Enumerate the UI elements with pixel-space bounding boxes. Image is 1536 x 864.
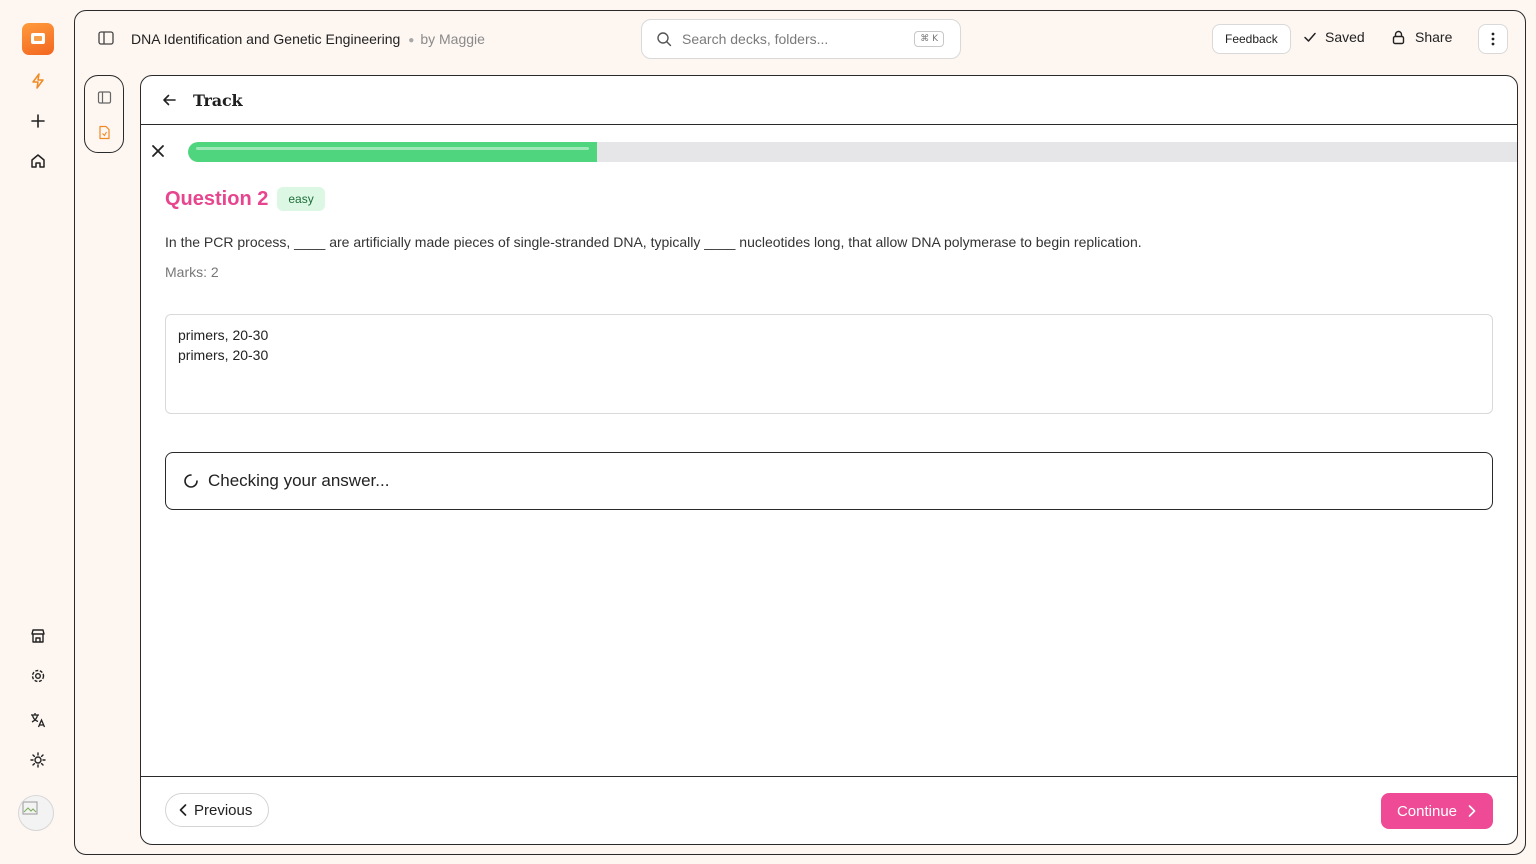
progress-shine xyxy=(196,147,589,150)
search-icon xyxy=(657,32,672,47)
sun-icon[interactable] xyxy=(26,748,50,772)
share-button[interactable]: Share xyxy=(1391,29,1452,45)
search-shortcut-badge: ⌘ K xyxy=(914,31,944,47)
lock-icon xyxy=(1392,30,1405,44)
difficulty-badge: easy xyxy=(277,187,325,211)
translate-icon[interactable] xyxy=(26,708,50,732)
deck-title-line: DNA Identification and Genetic Engineeri… xyxy=(131,31,485,47)
progress-bar xyxy=(188,142,1517,162)
feedback-button[interactable]: Feedback xyxy=(1212,24,1291,54)
check-icon xyxy=(1304,32,1316,42)
spinner-icon xyxy=(184,474,198,488)
checking-status-text: Checking your answer... xyxy=(208,471,390,490)
previous-label: Previous xyxy=(194,801,253,819)
search-input[interactable]: Search decks, folders... ⌘ K xyxy=(641,19,961,59)
close-icon[interactable] xyxy=(150,143,168,161)
more-options-button[interactable] xyxy=(1478,24,1508,54)
progress-fill xyxy=(188,142,597,162)
chevron-right-icon xyxy=(1468,805,1476,817)
separator-dot: ● xyxy=(408,34,415,46)
card-title: Track xyxy=(193,90,243,110)
saved-status: Saved xyxy=(1303,29,1365,45)
search-placeholder: Search decks, folders... xyxy=(682,31,829,47)
continue-label: Continue xyxy=(1396,802,1457,820)
logo-icon xyxy=(31,33,45,44)
main-window: DNA Identification and Genetic Engineeri… xyxy=(74,10,1526,855)
deck-title[interactable]: DNA Identification and Genetic Engineeri… xyxy=(131,31,400,47)
share-label: Share xyxy=(1415,29,1453,45)
panel-layout-icon[interactable] xyxy=(95,88,113,106)
left-rail xyxy=(0,0,74,864)
continue-button[interactable]: Continue xyxy=(1380,793,1493,829)
avatar-placeholder-icon xyxy=(22,801,38,815)
document-icon[interactable] xyxy=(95,123,113,141)
top-bar: DNA Identification and Genetic Engineeri… xyxy=(75,11,1525,67)
question-header: Question 2 easy xyxy=(165,187,325,211)
chevron-left-icon xyxy=(179,804,187,816)
card-header: Track xyxy=(141,76,1517,125)
plus-icon[interactable] xyxy=(26,109,50,133)
saved-label: Saved xyxy=(1325,29,1365,45)
question-marks: Marks: 2 xyxy=(165,264,219,280)
deck-author: by Maggie xyxy=(420,31,485,47)
gear-icon[interactable] xyxy=(26,664,50,688)
home-icon[interactable] xyxy=(26,149,50,173)
sidebar-toggle-icon[interactable] xyxy=(97,29,117,49)
vertical-dots-icon xyxy=(1491,32,1495,46)
previous-button[interactable]: Previous xyxy=(165,793,270,827)
checking-status-box: Checking your answer... xyxy=(165,452,1493,510)
lightning-icon[interactable] xyxy=(26,69,50,93)
study-card: Track Question 2 easy In the PCR process… xyxy=(140,75,1518,845)
progress-row xyxy=(141,140,1517,164)
card-footer: Previous Continue xyxy=(141,776,1517,844)
back-arrow-icon[interactable] xyxy=(161,91,179,109)
side-panel xyxy=(84,75,124,153)
answer-textarea[interactable]: primers, 20-30 primers, 20-30 xyxy=(165,314,1493,414)
avatar[interactable] xyxy=(18,795,54,831)
app-logo[interactable] xyxy=(22,23,54,55)
question-label: Question 2 xyxy=(165,187,269,210)
question-text: In the PCR process, ____ are artificiall… xyxy=(165,234,1142,250)
store-icon[interactable] xyxy=(26,624,50,648)
